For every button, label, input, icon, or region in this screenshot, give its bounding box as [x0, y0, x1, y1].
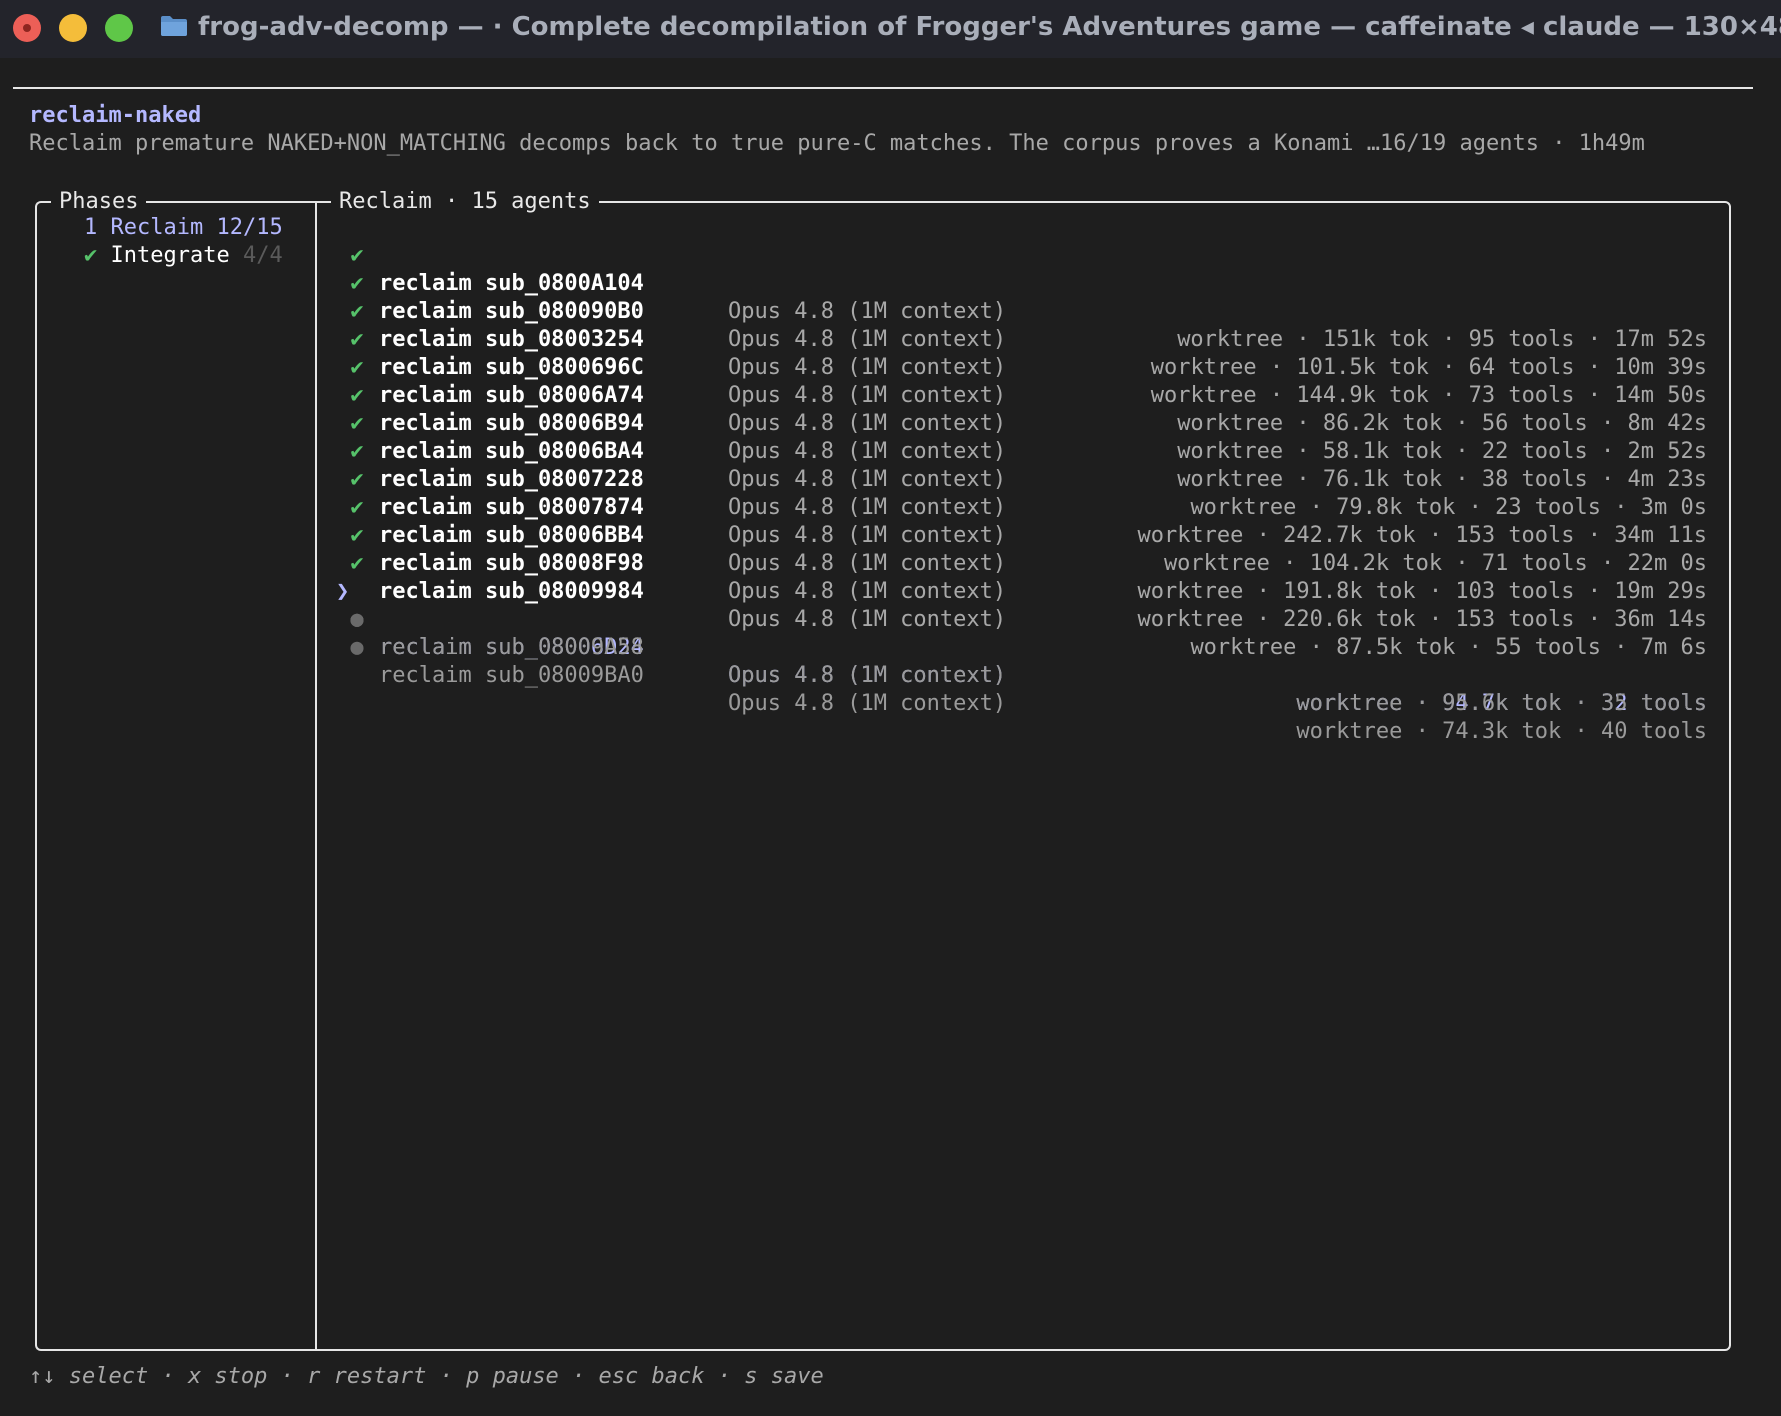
agent-row[interactable]: ✔ reclaim sub_080090B0 Opus 4.8 (1M cont… [0, 242, 1781, 380]
agent-row[interactable]: ✔ reclaim sub_08003254 Opus 4.8 (1M cont… [0, 270, 1781, 408]
agent-meta: worktree · 74.3k tok · 40 tools [1296, 719, 1707, 744]
agent-row[interactable]: ✔ reclaim sub_0800696C Opus 4.8 (1M cont… [0, 298, 1781, 436]
running-dot-icon: ● [350, 635, 364, 660]
agent-meta: worktree · 95.6k tok · 35 tools [1296, 691, 1707, 716]
agent-row[interactable]: ✔ reclaim sub_08006BB4 Opus 4.8 (1M cont… [0, 466, 1781, 604]
agent-row[interactable]: ✔ reclaim sub_0800A104 Opus 4.8 (1M cont… [0, 214, 1781, 352]
agent-name: reclaim sub_08009BA0 [379, 663, 644, 688]
phases-panel-title: Phases [51, 188, 147, 216]
agent-meta: worktree · 87.5k tok · 55 tools · 7m 6s [1190, 635, 1707, 660]
title-main: Complete decompilation of Frogger's Adve… [511, 12, 1781, 42]
minimize-window-button[interactable] [59, 14, 87, 42]
workflow-name: reclaim-naked [29, 103, 202, 128]
agent-row[interactable]: ✔ reclaim sub_08006A74 Opus 4.8 (1M cont… [0, 326, 1781, 464]
window-titlebar: frog-adv-decomp — · Complete decompilati… [0, 0, 1781, 58]
zoom-window-button[interactable] [105, 14, 133, 42]
agent-row[interactable]: ✔ reclaim sub_08008F98 Opus 4.8 (1M cont… [0, 494, 1781, 632]
agent-row[interactable]: ✔ reclaim sub_08007874 Opus 4.8 (1M cont… [0, 438, 1781, 576]
agent-row[interactable]: ✔ reclaim sub_08006B94 Opus 4.8 (1M cont… [0, 354, 1781, 492]
agent-row-selected[interactable]: ❯ ● reclaim sub_08006D24 Opus 4.8 (1M co… [0, 550, 1781, 716]
agent-row[interactable]: ✔ reclaim sub_08006BA4 Opus 4.8 (1M cont… [0, 382, 1781, 520]
top-divider [13, 87, 1753, 89]
close-window-button[interactable] [13, 14, 41, 42]
agent-model: Opus 4.8 (1M context) [728, 691, 1007, 716]
window-title: frog-adv-decomp — · Complete decompilati… [198, 12, 1781, 42]
agents-panel-title: Reclaim · 15 agents [331, 188, 599, 216]
agent-row[interactable]: ● reclaim sub_08009BA0 Opus 4.8 (1M cont… [0, 606, 1781, 744]
agent-model: Opus 4.8 (1M context) [728, 663, 1007, 688]
agent-name: reclaim sub_08009A58 [379, 635, 644, 660]
agent-row[interactable]: ● reclaim sub_08009A58 Opus 4.8 (1M cont… [0, 578, 1781, 716]
title-prefix: frog-adv-decomp — · [198, 12, 503, 42]
keyboard-hints: ↑↓ select · x stop · r restart · p pause… [29, 1364, 824, 1389]
agent-row[interactable]: ✔ reclaim sub_08007228 Opus 4.8 (1M cont… [0, 410, 1781, 548]
agent-row[interactable]: ✔ reclaim sub_08009984 Opus 4.8 (1M cont… [0, 522, 1781, 660]
folder-icon [161, 16, 187, 36]
workflow-description: Reclaim premature NAKED+NON_MATCHING dec… [29, 131, 1645, 156]
